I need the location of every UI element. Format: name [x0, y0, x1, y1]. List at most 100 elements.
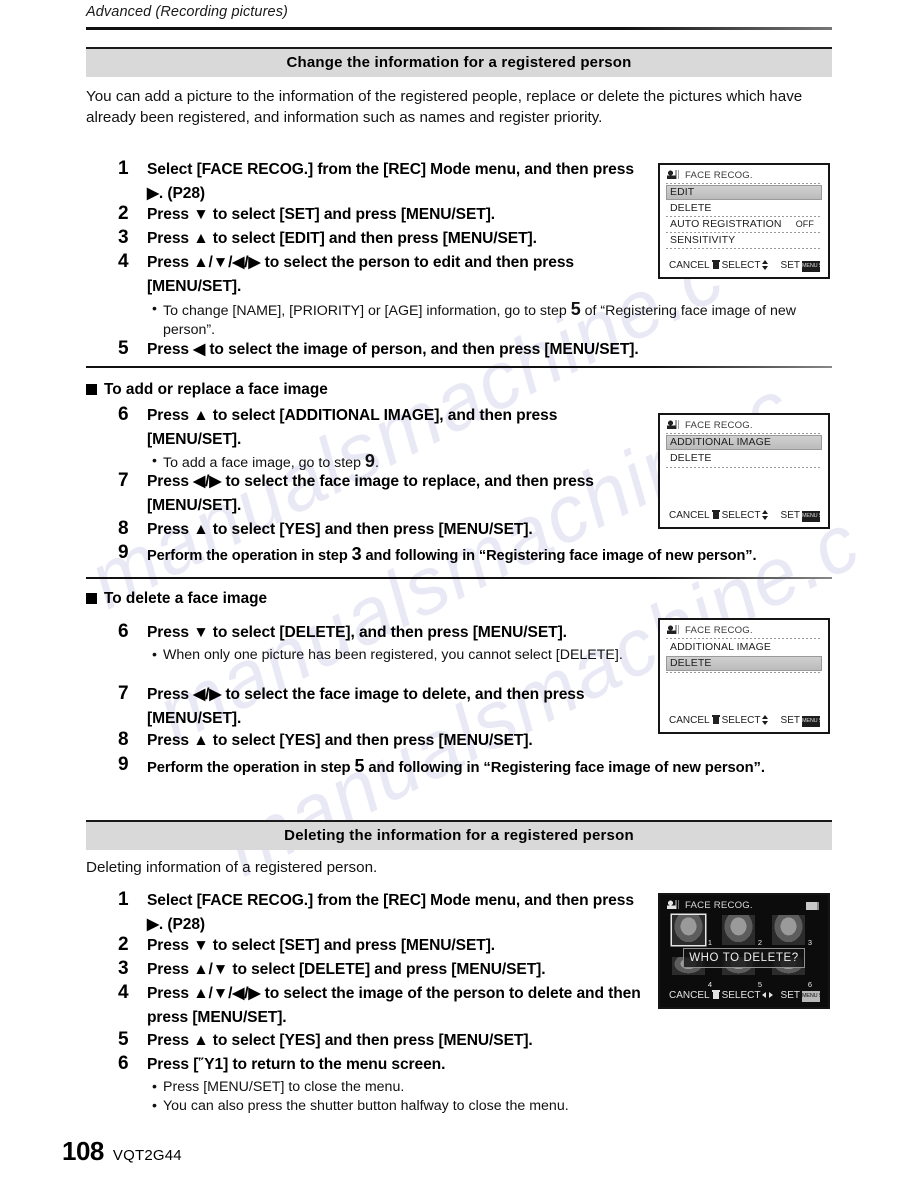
- menu-set-button-icon: MENU SET: [802, 991, 820, 1002]
- face-index: 2: [757, 938, 762, 947]
- step-text: Select [FACE RECOG.] from the [REC] Mode…: [147, 161, 634, 202]
- lcd-menu-row: AUTO REGISTRATION OFF: [666, 217, 822, 232]
- bullet-dot: •: [152, 647, 157, 663]
- lcd-inner: FACE RECOG. ADDITIONAL IMAGE DELETE CANC…: [663, 623, 825, 729]
- subsection-rule: [86, 366, 832, 368]
- lcd-set-label: SET: [780, 990, 800, 1001]
- face-index: 3: [807, 938, 812, 947]
- square-bullet-icon: [86, 384, 97, 395]
- step-number: 8: [118, 729, 129, 750]
- lcd-inner: FACE RECOG. EDIT DELETE AUTO REGISTRATIO…: [663, 168, 825, 274]
- menu-set-button-icon: MENU SET: [802, 511, 820, 522]
- step-text: Perform the operation in step 5 and foll…: [147, 756, 765, 776]
- note-bullet: • You can also press the shutter button …: [152, 1097, 752, 1116]
- lcd-guide-bar: CANCELSELECT SET MENU SET: [666, 714, 822, 728]
- step-number: 5: [118, 338, 129, 359]
- note-bullet-text: Press [MENU/SET] to close the menu.: [163, 1079, 405, 1095]
- lcd-title: FACE RECOG.: [667, 900, 753, 911]
- note-bullet: • When only one picture has been registe…: [152, 646, 632, 665]
- square-bullet-icon: [86, 593, 97, 604]
- step-number: 3: [118, 958, 129, 979]
- lcd-screenshot-delete-selected: FACE RECOG. ADDITIONAL IMAGE DELETE CANC…: [658, 618, 830, 734]
- step-text: Press [Ὕ1] to return to the menu screen.: [147, 1056, 446, 1073]
- note-bullet-text: You can also press the shutter button ha…: [163, 1098, 569, 1114]
- face-thumbnail: 2: [722, 915, 764, 947]
- step-text: Press ▲/▼ to select [DELETE] and press […: [147, 961, 546, 978]
- lcd-set-label: SET: [780, 510, 800, 521]
- note-bullet-text: To change [NAME], [PRIORITY] or [AGE] in…: [163, 299, 797, 338]
- lcd-menu-row: ADDITIONAL IMAGE: [666, 435, 822, 450]
- step-text: Press ▲ to select [YES] and then press […: [147, 1032, 533, 1049]
- lcd-divider: [666, 433, 822, 434]
- step-number: 5: [118, 1029, 129, 1050]
- menu-set-button-icon: MENU SET: [802, 261, 820, 272]
- who-to-delete-prompt: WHO TO DELETE?: [683, 948, 805, 968]
- step-number: 2: [118, 934, 129, 955]
- up-down-arrows-icon: [762, 510, 769, 520]
- lcd-row-value: OFF: [795, 219, 814, 229]
- step-text: Press ▼ to select [DELETE], and then pre…: [147, 624, 567, 641]
- lcd-guide-left: CANCEL SELECT: [669, 509, 769, 523]
- lcd-screenshot-additional-image-selected: FACE RECOG. ADDITIONAL IMAGE DELETE CANC…: [658, 413, 830, 529]
- battery-icon: [806, 902, 820, 910]
- lcd-set-label: SET: [780, 260, 800, 271]
- step-text: Press ▲/▼/◀/▶ to select the person to ed…: [147, 254, 574, 295]
- face-index: 6: [807, 980, 812, 989]
- step-number: 2: [118, 203, 129, 224]
- step-text: Press ▲ to select [EDIT] and then press …: [147, 230, 537, 247]
- lcd-divider: [666, 467, 822, 468]
- step-text: Perform the operation in step 3 and foll…: [147, 544, 757, 564]
- face-thumbnail: 3: [772, 915, 814, 947]
- section1-intro: You can add a picture to the information…: [86, 88, 803, 126]
- step-number: 6: [118, 621, 129, 642]
- step-number: 8: [118, 518, 129, 539]
- face-image: [672, 915, 705, 945]
- lcd-divider: [666, 638, 822, 639]
- lcd-menu-row: DELETE: [666, 201, 822, 216]
- face-index: 4: [707, 980, 712, 989]
- subsection-heading-add-replace: To add or replace a face image: [86, 381, 328, 399]
- section2-intro: Deleting information of a registered per…: [86, 859, 378, 876]
- lcd-guide-left: CANCEL SELECT: [669, 989, 774, 1003]
- lcd-set-label: SET: [780, 715, 800, 726]
- face-recog-icon: [667, 420, 682, 429]
- step-text: Select [FACE RECOG.] from the [REC] Mode…: [147, 892, 634, 933]
- note-bullet: • To change [NAME], [PRIORITY] or [AGE] …: [152, 300, 842, 339]
- face-thumbnail: 1: [672, 915, 714, 947]
- lcd-menu-row: ADDITIONAL IMAGE: [666, 640, 822, 655]
- trash-icon: [711, 990, 720, 999]
- section-banner-change-info: Change the information for a registered …: [86, 47, 832, 77]
- step-number: 4: [118, 251, 129, 272]
- lcd-row-label: DELETE: [670, 202, 712, 214]
- step-text: Press ▲ to select [YES] and then press […: [147, 732, 533, 749]
- up-down-arrows-icon: [762, 715, 769, 725]
- note-bullet: • Press [MENU/SET] to close the menu.: [152, 1078, 712, 1097]
- lcd-row-label: DELETE: [670, 452, 712, 464]
- section-banner-deleting-info: Deleting the information for a registere…: [86, 820, 832, 850]
- manual-page: Advanced (Recording pictures) manualsmac…: [0, 0, 918, 1188]
- subsection-heading-delete-face: To delete a face image: [86, 590, 267, 608]
- lcd-title: FACE RECOG.: [667, 170, 753, 181]
- lcd-screenshot-face-recog-menu: FACE RECOG. EDIT DELETE AUTO REGISTRATIO…: [658, 163, 830, 279]
- step-number: 7: [118, 470, 129, 491]
- header-rule: [86, 27, 832, 30]
- lcd-menu-row: EDIT: [666, 185, 822, 200]
- lcd-inner: FACE RECOG. 1 2 3 4 5 6 WHO TO DELETE? C…: [663, 898, 825, 1004]
- lcd-menu-row: DELETE: [666, 656, 822, 671]
- step-number: 1: [118, 158, 129, 179]
- step-text: Press ▲ to select [YES] and then press […: [147, 521, 533, 538]
- face-image: [722, 915, 755, 945]
- lcd-guide-bar: CANCELSELECT SET MENU SET: [666, 989, 822, 1003]
- bullet-dot: •: [152, 453, 157, 469]
- lcd-row-label: ADDITIONAL IMAGE: [670, 641, 771, 653]
- step-number: 1: [118, 889, 129, 910]
- lcd-row-label: AUTO REGISTRATION: [670, 218, 782, 230]
- step-number: 9: [118, 754, 129, 775]
- step-number: 6: [118, 404, 129, 425]
- lcd-screenshot-who-to-delete: FACE RECOG. 1 2 3 4 5 6 WHO TO DELETE? C…: [658, 893, 830, 1009]
- lcd-menu-row: DELETE: [666, 451, 822, 466]
- lcd-title: FACE RECOG.: [667, 625, 753, 636]
- trash-icon: [711, 510, 720, 519]
- bullet-dot: •: [152, 1079, 157, 1095]
- lcd-guide-left: CANCEL SELECT: [669, 714, 769, 728]
